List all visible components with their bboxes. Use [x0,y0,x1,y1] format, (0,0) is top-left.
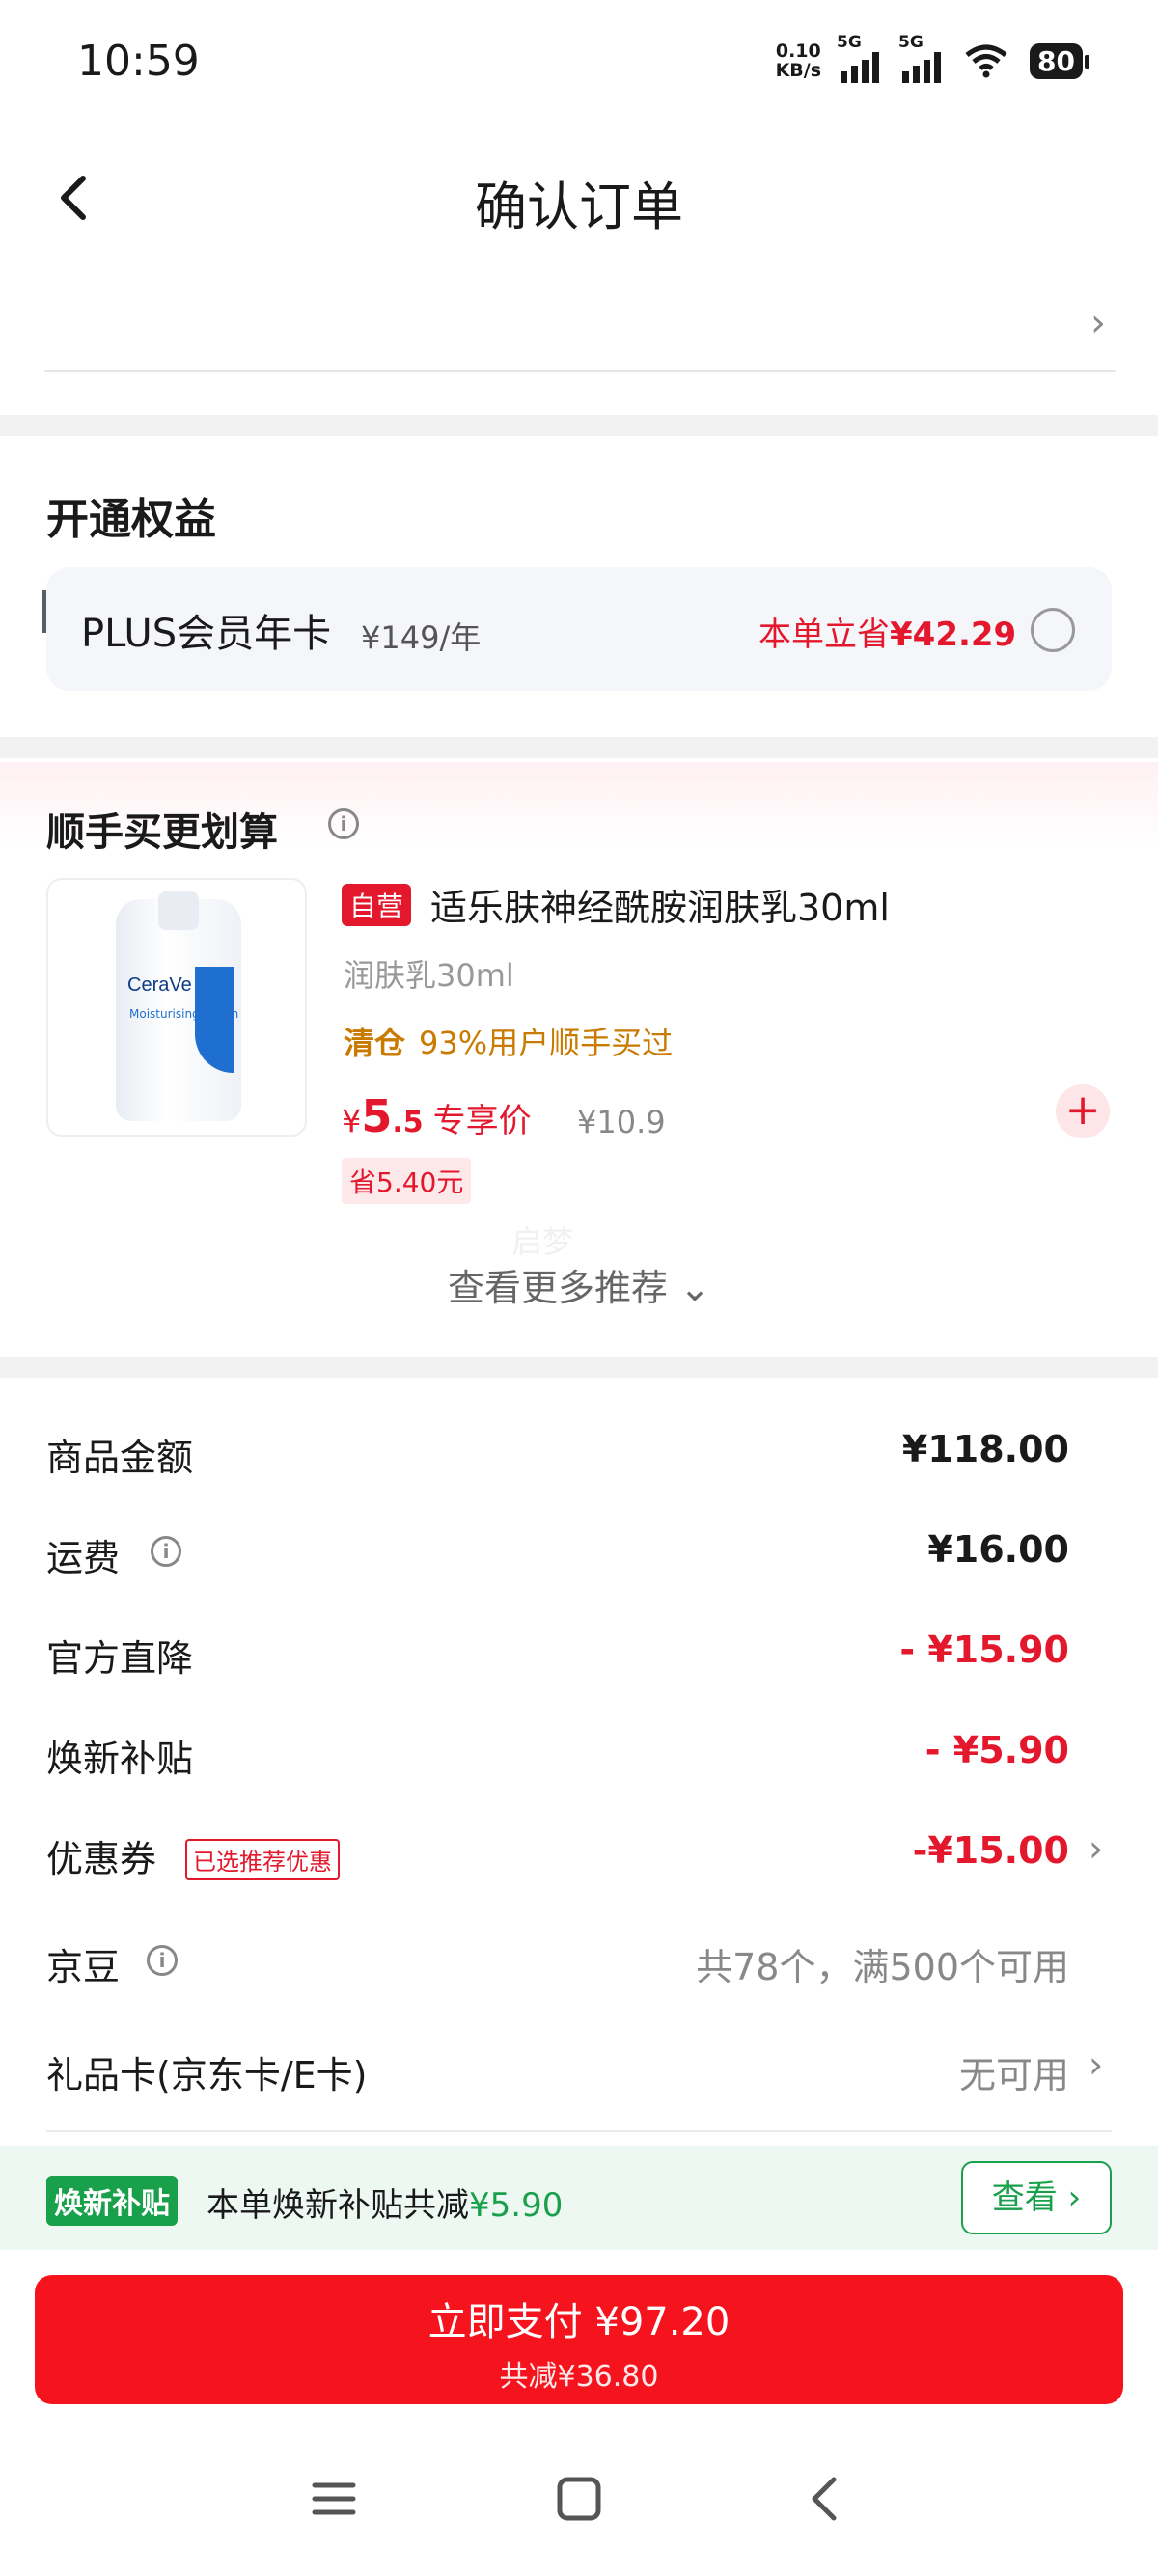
more-recommendations-link[interactable]: 查看更多推荐 ⌄ [0,1258,1158,1311]
coupon-tag: 已选推荐优惠 [185,1839,340,1880]
subsidy-text: 本单焕新补贴共减¥5.90 [207,2186,564,2225]
section-gap [0,1357,1158,1378]
product-image[interactable]: CeraVe Moisturising Lotion [46,878,307,1137]
info-icon[interactable]: i [147,1945,178,1976]
plus-save: 本单立省¥42.29 [758,616,1017,654]
product-price: ¥5.5 专享价 [342,1090,532,1142]
benefits-title: 开通权益 [46,495,216,544]
add-to-order-button[interactable]: + [1056,1084,1110,1138]
product-clearance: 清仓 93%用户顺手买过 [344,1025,674,1061]
jingdou-value: 共78个，满500个可用 [696,1946,1069,1988]
page-title: 确认订单 [475,177,683,237]
view-subsidy-button[interactable]: 查看 › [961,2161,1112,2234]
divider [46,2130,1112,2132]
lotion-bottle-image: CeraVe Moisturising Lotion [116,891,241,1121]
giftcard-value[interactable]: 无可用 [959,2045,1069,2098]
signal-icon: 5G [898,33,942,83]
plus-name: PLUS会员年卡 [81,612,332,656]
status-icons: 0.10 KB/s 5G 5G 80 [775,33,1089,83]
row-label-giftcard: 礼品卡(京东卡/E卡) [46,2054,368,2096]
plus-select-radio[interactable] [1031,608,1075,652]
plus-price: ¥149/年 [361,619,482,656]
chevron-right-icon[interactable]: › [1089,1827,1103,1870]
row-label-coupon: 优惠券 [46,1838,157,1880]
pay-now-button[interactable]: 立即支付 ¥97.20 共减¥36.80 [35,2275,1123,2404]
address-bar[interactable] [0,289,1158,633]
row-label-subsidy: 焕新补贴 [46,1738,194,1780]
info-icon[interactable]: i [328,808,359,839]
home-icon[interactable] [550,2470,608,2528]
product-title[interactable]: 适乐肤神经酰胺润肤乳30ml [430,878,890,931]
back-icon[interactable] [797,2470,855,2528]
shipping-fee: ¥16.00 [927,1528,1069,1571]
watermark: 启梦 [511,1223,574,1260]
row-label-shipping: 运费 [46,1537,121,1579]
signal-icon: 5G [837,33,880,83]
row-label-direct-discount: 官方直降 [46,1637,194,1680]
recommend-title: 顺手买更划算 [46,810,278,855]
product-spec: 润肤乳30ml [344,957,514,994]
coupon-value[interactable]: -¥15.00 [913,1829,1069,1872]
pay-amount: 立即支付 ¥97.20 [427,2300,731,2344]
original-price: ¥10.9 [577,1104,666,1140]
net-speed: 0.10 KB/s [775,41,822,81]
self-operated-tag: 自营 [342,884,412,926]
status-time: 10:59 [77,37,200,86]
row-label-goods: 商品金额 [46,1437,194,1479]
save-tag: 省5.40元 [342,1158,472,1204]
chevron-right-icon[interactable]: › [1089,2043,1103,2086]
info-icon[interactable]: i [151,1536,181,1567]
menu-icon[interactable] [305,2470,363,2528]
direct-discount: - ¥15.90 [899,1629,1069,1671]
subsidy-discount: - ¥5.90 [924,1729,1069,1771]
battery-icon: 80 [1030,42,1089,79]
wifi-icon [965,44,1007,78]
divider [44,370,1116,372]
goods-amount: ¥118.00 [901,1428,1069,1470]
row-label-jingdou: 京豆 [46,1946,121,1988]
subsidy-tag: 焕新补贴 [46,2176,178,2226]
chevron-right-icon: › [1090,301,1106,345]
pay-total-discount: 共减¥36.80 [499,2360,659,2394]
plus-icon: + [1064,1085,1101,1135]
section-gap [0,415,1158,436]
section-gap [0,737,1158,758]
